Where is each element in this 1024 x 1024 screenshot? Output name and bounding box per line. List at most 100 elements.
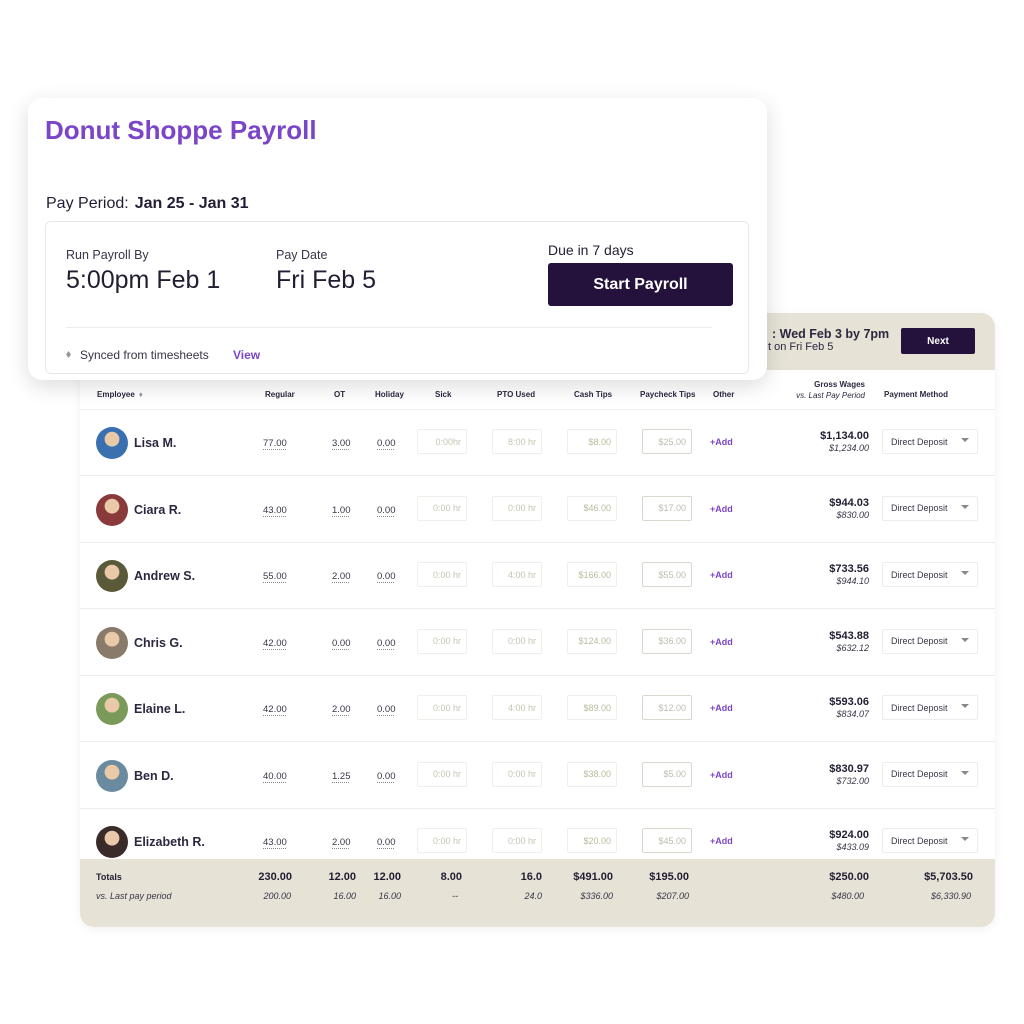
payment-method-value: Direct Deposit xyxy=(891,569,948,580)
employee-name[interactable]: Ben D. xyxy=(134,769,174,783)
column-header-gross-wages: Gross Wages vs. Last Pay Period xyxy=(760,380,865,400)
add-other-link[interactable]: +Add xyxy=(710,836,733,846)
next-button[interactable]: Next xyxy=(901,328,975,354)
payment-method-value: Direct Deposit xyxy=(891,503,948,513)
deadline-text: : Wed Feb 3 by 7pm xyxy=(772,327,890,341)
gross-wages-previous: $732.00 xyxy=(836,775,869,786)
holiday-hours[interactable]: 0.00 xyxy=(377,571,396,582)
total-sick: 8.00 xyxy=(440,871,462,883)
employee-name[interactable]: Elizabeth R. xyxy=(134,835,205,849)
cash-tips-input[interactable]: $8.00 xyxy=(567,429,617,454)
gross-wages-current: $1,134.00 xyxy=(820,430,869,442)
column-header-holiday: Holiday xyxy=(375,390,404,399)
table-row: Lisa M. 77.00 3.00 0.00 0:00hr 8:00 hr $… xyxy=(80,410,995,476)
employee-name[interactable]: Lisa M. xyxy=(134,436,176,450)
total-regular-prev: 200.00 xyxy=(263,891,291,901)
regular-hours[interactable]: 43.00 xyxy=(263,837,287,848)
regular-hours[interactable]: 40.00 xyxy=(263,771,287,782)
paycheck-tips-input[interactable]: $12.00 xyxy=(642,695,692,720)
avatar xyxy=(96,693,128,725)
payment-method-select[interactable]: Direct Deposit xyxy=(882,828,978,853)
cash-tips-input[interactable]: $20.00 xyxy=(567,828,617,853)
ot-hours[interactable]: 2.00 xyxy=(332,704,351,715)
add-other-link[interactable]: +Add xyxy=(710,504,733,514)
regular-hours[interactable]: 42.00 xyxy=(263,638,287,649)
payment-method-value: Direct Deposit xyxy=(891,769,948,779)
cash-tips-input[interactable]: $89.00 xyxy=(567,695,617,720)
gross-wages: $924.00 $433.09 xyxy=(780,829,869,852)
payment-method-select[interactable]: Direct Deposit xyxy=(882,695,978,720)
column-header-payment-method: Payment Method xyxy=(884,390,949,399)
sort-icon[interactable]: ♦ xyxy=(139,390,143,399)
ot-hours[interactable]: 0.00 xyxy=(332,638,351,649)
payment-method-select[interactable]: Direct Deposit xyxy=(882,761,978,787)
add-other-link[interactable]: +Add xyxy=(710,437,733,447)
employee-name[interactable]: Andrew S. xyxy=(134,569,195,583)
avatar xyxy=(96,826,128,858)
avatar xyxy=(96,560,128,592)
regular-hours[interactable]: 42.00 xyxy=(263,704,287,715)
pto-hours-input[interactable]: 0:00 hr xyxy=(492,761,542,787)
sick-hours-input[interactable]: 0:00hr xyxy=(417,429,467,454)
sick-hours-input[interactable]: 0:00 hr xyxy=(417,495,467,521)
holiday-hours[interactable]: 0.00 xyxy=(377,771,396,782)
column-header-cash-tips: Cash Tips xyxy=(574,390,613,399)
start-payroll-button[interactable]: Start Payroll xyxy=(548,263,733,306)
sick-hours-input[interactable]: 0:00 hr xyxy=(417,628,467,654)
cash-tips-input[interactable]: $38.00 xyxy=(567,761,617,787)
gross-wages-label: Gross Wages xyxy=(814,380,865,389)
holiday-hours[interactable]: 0.00 xyxy=(377,438,396,449)
pto-hours-input[interactable]: 0:00 hr xyxy=(492,495,542,521)
paycheck-tips-input[interactable]: $25.00 xyxy=(642,429,692,454)
regular-hours[interactable]: 55.00 xyxy=(263,571,287,582)
ot-hours[interactable]: 2.00 xyxy=(332,571,351,582)
add-other-link[interactable]: +Add xyxy=(710,770,733,780)
table-row: Chris G. 42.00 0.00 0.00 0:00 hr 0:00 hr… xyxy=(80,609,995,676)
paycheck-tips-input[interactable]: $5.00 xyxy=(642,761,692,787)
paycheck-tips-input[interactable]: $45.00 xyxy=(642,828,692,853)
run-payroll-by-label: Run Payroll By xyxy=(66,248,149,262)
pto-hours-input[interactable]: 0:00 hr xyxy=(492,828,542,853)
sick-hours-input[interactable]: 0:00 hr xyxy=(417,828,467,853)
add-other-link[interactable]: +Add xyxy=(710,703,733,713)
payment-method-select[interactable]: Direct Deposit xyxy=(882,429,978,454)
paycheck-tips-input[interactable]: $36.00 xyxy=(642,628,692,654)
payment-method-select[interactable]: Direct Deposit xyxy=(882,495,978,521)
pay-period-value: Jan 25 - Jan 31 xyxy=(134,195,249,212)
regular-hours[interactable]: 43.00 xyxy=(263,505,287,516)
ot-hours[interactable]: 2.00 xyxy=(332,837,351,848)
column-header-employee[interactable]: Employee ♦ xyxy=(97,390,143,399)
holiday-hours[interactable]: 0.00 xyxy=(377,505,396,516)
pto-hours-input[interactable]: 4:00 hr xyxy=(492,695,542,720)
holiday-hours[interactable]: 0.00 xyxy=(377,837,396,848)
employee-name[interactable]: Chris G. xyxy=(134,636,183,650)
gross-wages-previous: $830.00 xyxy=(836,509,869,520)
sick-hours-input[interactable]: 0:00 hr xyxy=(417,562,467,587)
payment-method-select[interactable]: Direct Deposit xyxy=(882,562,978,587)
employee-name[interactable]: Ciara R. xyxy=(134,503,181,517)
cash-tips-input[interactable]: $46.00 xyxy=(567,495,617,521)
paycheck-tips-input[interactable]: $17.00 xyxy=(642,495,692,521)
holiday-hours[interactable]: 0.00 xyxy=(377,638,396,649)
sick-hours-input[interactable]: 0:00 hr xyxy=(417,761,467,787)
pto-hours-input[interactable]: 0:00 hr xyxy=(492,628,542,654)
pto-hours-input[interactable]: 4:00 hr xyxy=(492,562,542,587)
holiday-hours[interactable]: 0.00 xyxy=(377,704,396,715)
add-other-link[interactable]: +Add xyxy=(710,570,733,580)
sick-hours-input[interactable]: 0:00 hr xyxy=(417,695,467,720)
cash-tips-input[interactable]: $124.00 xyxy=(567,628,617,654)
paycheck-tips-input[interactable]: $55.00 xyxy=(642,562,692,587)
employee-name[interactable]: Elaine L. xyxy=(134,702,185,716)
ot-hours[interactable]: 3.00 xyxy=(332,438,351,449)
regular-hours[interactable]: 77.00 xyxy=(263,438,287,449)
add-other-link[interactable]: +Add xyxy=(710,637,733,647)
ot-hours[interactable]: 1.00 xyxy=(332,505,351,516)
total-sick-prev: -- xyxy=(452,891,458,901)
payment-method-select[interactable]: Direct Deposit xyxy=(882,628,978,654)
gross-wages: $830.97 $732.00 xyxy=(780,763,869,786)
view-timesheets-link[interactable]: View xyxy=(233,348,260,362)
cash-tips-input[interactable]: $166.00 xyxy=(567,562,617,587)
ot-hours[interactable]: 1.25 xyxy=(332,771,351,782)
totals-sublabel: vs. Last pay period xyxy=(96,891,172,901)
pto-hours-input[interactable]: 8:00 hr xyxy=(492,429,542,454)
